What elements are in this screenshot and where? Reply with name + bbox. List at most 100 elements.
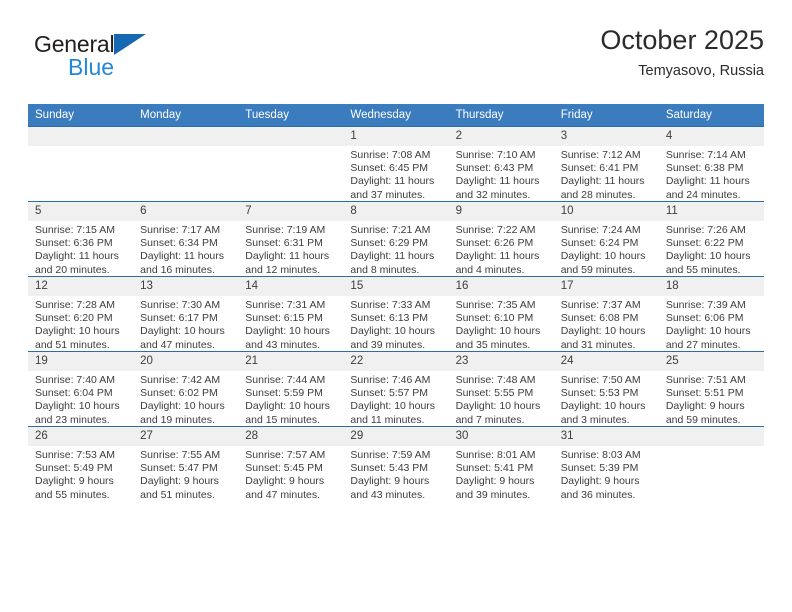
daylight-duration-line-2: and 36 minutes. <box>560 488 636 501</box>
calendar-day-cell[interactable]: 3 Sunrise: 7:12 AM Sunset: 6:41 PM Daylight… <box>553 126 659 202</box>
calendar-day-cell-empty <box>658 426 764 501</box>
weekday-header-monday: Monday <box>133 104 239 127</box>
sunrise-time: Sunrise: 7:22 AM <box>455 224 536 236</box>
daylight-duration-line-2: and 24 minutes. <box>665 188 741 201</box>
day-details: Sunrise: 7:17 AM Sunset: 6:34 PM Daylight:… <box>133 221 238 277</box>
calendar-day-cell[interactable]: 13 Sunrise: 7:30 AM Sunset: 6:17 PM Dayligh… <box>133 276 239 352</box>
day-cell-inner <box>238 127 344 201</box>
calendar-body: 1 Sunrise: 7:08 AM Sunset: 6:45 PM Daylight… <box>28 126 764 502</box>
daylight-duration-line-1: Daylight: 10 hours <box>350 400 436 413</box>
day-number: 31 <box>553 427 659 446</box>
sunrise-time: Sunrise: 7:35 AM <box>455 299 536 311</box>
sunrise-time: Sunrise: 7:26 AM <box>665 224 746 236</box>
calendar-day-cell[interactable]: 8 Sunrise: 7:21 AM Sunset: 6:29 PM Daylight… <box>343 201 449 277</box>
sunset-time: Sunset: 5:59 PM <box>245 387 323 400</box>
day-cell-inner: 23 Sunrise: 7:48 AM Sunset: 5:55 PM Dayligh… <box>448 352 554 426</box>
calendar-day-cell[interactable]: 19 Sunrise: 7:40 AM Sunset: 6:04 PM Dayligh… <box>28 351 134 427</box>
day-number: 15 <box>343 277 449 296</box>
calendar-day-cell[interactable]: 24 Sunrise: 7:50 AM Sunset: 5:53 PM Dayligh… <box>553 351 659 427</box>
day-cell-inner: 8 Sunrise: 7:21 AM Sunset: 6:29 PM Daylight… <box>343 202 449 277</box>
daylight-duration-line-1: Daylight: 9 hours <box>350 475 430 488</box>
calendar-day-cell[interactable]: 1 Sunrise: 7:08 AM Sunset: 6:45 PM Daylight… <box>343 126 449 202</box>
calendar-day-cell[interactable]: 28 Sunrise: 7:57 AM Sunset: 5:45 PM Dayligh… <box>238 426 344 501</box>
calendar-day-cell[interactable]: 20 Sunrise: 7:42 AM Sunset: 6:02 PM Dayligh… <box>133 351 239 427</box>
calendar-day-cell[interactable]: 27 Sunrise: 7:55 AM Sunset: 5:47 PM Dayligh… <box>133 426 239 501</box>
day-number: 18 <box>658 277 764 296</box>
day-number: 3 <box>553 127 659 146</box>
day-details: Sunrise: 7:37 AM Sunset: 6:08 PM Daylight:… <box>554 296 659 352</box>
calendar-day-cell[interactable]: 26 Sunrise: 7:53 AM Sunset: 5:49 PM Dayligh… <box>28 426 134 502</box>
daylight-duration-line-2: and 59 minutes. <box>665 413 741 426</box>
sunrise-time: Sunrise: 7:59 AM <box>350 449 431 461</box>
day-cell-inner <box>133 127 239 201</box>
daylight-duration-line-2: and 43 minutes. <box>350 488 426 501</box>
calendar-day-cell[interactable]: 31 Sunrise: 8:03 AM Sunset: 5:39 PM Dayligh… <box>553 426 659 501</box>
sunrise-time: Sunrise: 8:03 AM <box>560 449 641 461</box>
general-blue-logo[interactable]: General Blue <box>34 32 214 88</box>
day-number: 8 <box>343 202 449 221</box>
calendar-day-cell-empty <box>28 126 134 202</box>
sunrise-time: Sunrise: 7:39 AM <box>665 299 746 311</box>
sunrise-time: Sunrise: 7:15 AM <box>35 224 115 236</box>
daylight-duration-line-1: Daylight: 10 hours <box>665 250 751 263</box>
day-cell-inner: 13 Sunrise: 7:30 AM Sunset: 6:17 PM Dayligh… <box>133 277 239 351</box>
sunset-time: Sunset: 6:31 PM <box>245 237 323 250</box>
sunset-time: Sunset: 6:06 PM <box>665 312 744 325</box>
daylight-duration-line-1: Daylight: 11 hours <box>140 250 224 263</box>
daylight-duration-line-1: Daylight: 9 hours <box>560 475 640 488</box>
sunset-time: Sunset: 5:49 PM <box>35 462 113 475</box>
daylight-duration-line-2: and 7 minutes. <box>455 413 525 426</box>
calendar-day-cell[interactable]: 6 Sunrise: 7:17 AM Sunset: 6:34 PM Daylight… <box>133 201 239 277</box>
calendar-day-cell[interactable]: 23 Sunrise: 7:48 AM Sunset: 5:55 PM Dayligh… <box>448 351 554 427</box>
sunrise-time: Sunrise: 7:10 AM <box>455 149 536 161</box>
weekday-header-friday: Friday <box>553 104 659 127</box>
sunset-time: Sunset: 6:38 PM <box>665 162 744 175</box>
day-number: 9 <box>448 202 554 221</box>
day-details: Sunrise: 7:28 AM Sunset: 6:20 PM Daylight:… <box>28 296 133 352</box>
day-cell-inner: 17 Sunrise: 7:37 AM Sunset: 6:08 PM Dayligh… <box>553 277 659 352</box>
sunrise-time: Sunrise: 7:57 AM <box>245 449 326 461</box>
calendar-day-cell[interactable]: 4 Sunrise: 7:14 AM Sunset: 6:38 PM Daylight… <box>658 126 764 202</box>
sunset-time: Sunset: 6:41 PM <box>560 162 639 175</box>
calendar-day-cell[interactable]: 5 Sunrise: 7:15 AM Sunset: 6:36 PM Daylight… <box>28 201 134 277</box>
day-details: Sunrise: 7:08 AM Sunset: 6:45 PM Daylight:… <box>343 146 448 202</box>
calendar-day-cell[interactable]: 11 Sunrise: 7:26 AM Sunset: 6:22 PM Dayligh… <box>658 201 764 277</box>
sunrise-time: Sunrise: 7:46 AM <box>350 374 431 386</box>
daylight-duration-line-2: and 51 minutes. <box>140 488 215 501</box>
calendar-week-row: 1 Sunrise: 7:08 AM Sunset: 6:45 PM Daylight… <box>28 126 764 202</box>
day-number <box>28 127 134 146</box>
daylight-duration-line-1: Daylight: 11 hours <box>455 250 540 263</box>
sunset-time: Sunset: 5:57 PM <box>350 387 429 400</box>
daylight-duration-line-1: Daylight: 10 hours <box>35 325 120 338</box>
day-number: 11 <box>658 202 764 221</box>
sunrise-time: Sunrise: 7:17 AM <box>140 224 221 236</box>
calendar-day-cell[interactable]: 29 Sunrise: 7:59 AM Sunset: 5:43 PM Dayligh… <box>343 426 449 501</box>
calendar-day-cell[interactable]: 16 Sunrise: 7:35 AM Sunset: 6:10 PM Dayligh… <box>448 276 554 352</box>
day-number: 1 <box>343 127 449 146</box>
calendar-day-cell[interactable]: 10 Sunrise: 7:24 AM Sunset: 6:24 PM Dayligh… <box>553 201 659 277</box>
calendar-day-cell[interactable]: 7 Sunrise: 7:19 AM Sunset: 6:31 PM Daylight… <box>238 201 344 277</box>
day-cell-inner: 11 Sunrise: 7:26 AM Sunset: 6:22 PM Dayligh… <box>658 202 764 276</box>
calendar-day-cell[interactable]: 25 Sunrise: 7:51 AM Sunset: 5:51 PM Dayligh… <box>658 351 764 427</box>
calendar-day-cell[interactable]: 15 Sunrise: 7:33 AM Sunset: 6:13 PM Dayligh… <box>343 276 449 352</box>
calendar-day-cell[interactable]: 22 Sunrise: 7:46 AM Sunset: 5:57 PM Dayligh… <box>343 351 449 427</box>
calendar-day-cell[interactable]: 14 Sunrise: 7:31 AM Sunset: 6:15 PM Dayligh… <box>238 276 344 352</box>
calendar-day-cell[interactable]: 30 Sunrise: 8:01 AM Sunset: 5:41 PM Dayligh… <box>448 426 554 501</box>
daylight-duration-line-2: and 55 minutes. <box>665 263 741 276</box>
day-cell-inner: 20 Sunrise: 7:42 AM Sunset: 6:02 PM Dayligh… <box>133 352 239 426</box>
daylight-duration-line-2: and 39 minutes. <box>350 338 426 351</box>
calendar-day-cell[interactable]: 2 Sunrise: 7:10 AM Sunset: 6:43 PM Daylight… <box>448 126 554 202</box>
day-details: Sunrise: 7:21 AM Sunset: 6:29 PM Daylight:… <box>343 221 448 277</box>
calendar-day-cell[interactable]: 18 Sunrise: 7:39 AM Sunset: 6:06 PM Dayligh… <box>658 276 764 352</box>
sunrise-time: Sunrise: 7:55 AM <box>140 449 221 461</box>
sunset-time: Sunset: 6:20 PM <box>35 312 113 325</box>
day-details: Sunrise: 7:53 AM Sunset: 5:49 PM Daylight:… <box>28 446 133 502</box>
sunrise-time: Sunrise: 7:19 AM <box>245 224 326 236</box>
calendar-day-cell[interactable]: 12 Sunrise: 7:28 AM Sunset: 6:20 PM Dayligh… <box>28 276 134 352</box>
day-cell-inner: 19 Sunrise: 7:40 AM Sunset: 6:04 PM Dayligh… <box>28 352 134 426</box>
sunset-time: Sunset: 5:45 PM <box>245 462 323 475</box>
sunset-time: Sunset: 6:26 PM <box>455 237 534 250</box>
calendar-day-cell[interactable]: 9 Sunrise: 7:22 AM Sunset: 6:26 PM Daylight… <box>448 201 554 277</box>
calendar-day-cell[interactable]: 21 Sunrise: 7:44 AM Sunset: 5:59 PM Dayligh… <box>238 351 344 427</box>
calendar-day-cell[interactable]: 17 Sunrise: 7:37 AM Sunset: 6:08 PM Dayligh… <box>553 276 659 352</box>
